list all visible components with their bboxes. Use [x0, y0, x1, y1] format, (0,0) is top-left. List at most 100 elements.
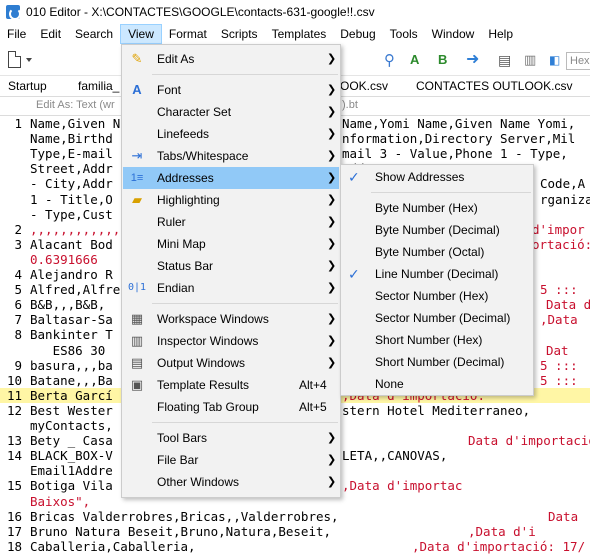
- addresses-item-byte-octal[interactable]: Byte Number (Octal): [342, 241, 532, 263]
- line-text-right: stern Hotel Mediterraneo,: [342, 402, 531, 418]
- menu-view[interactable]: View: [120, 24, 162, 44]
- menu-window[interactable]: Window: [425, 24, 482, 44]
- new-file-dropdown-icon[interactable]: [26, 58, 32, 62]
- endian-icon: 0|1: [128, 282, 147, 293]
- line-number: 6: [14, 297, 22, 313]
- checkmark-icon: ✓: [348, 266, 360, 282]
- view-menu-item-mini-map[interactable]: Mini Map ❯: [123, 233, 339, 255]
- addresses-item-line-decimal[interactable]: ✓ Line Number (Decimal): [342, 263, 532, 285]
- menu-file[interactable]: File: [0, 24, 33, 44]
- chevron-right-icon: ❯: [327, 194, 337, 206]
- addresses-item-none[interactable]: None: [342, 373, 532, 395]
- tab-familia[interactable]: familia_: [78, 76, 119, 96]
- addresses-submenu: ✓ Show Addresses Byte Number (Hex) Byte …: [340, 164, 534, 396]
- chevron-right-icon: ❯: [327, 476, 337, 488]
- chevron-right-icon: ❯: [327, 282, 337, 294]
- menu-templates[interactable]: Templates: [265, 24, 334, 44]
- line-number: 12: [6, 402, 22, 418]
- view-menu-item-other-windows[interactable]: Other Windows ❯: [123, 471, 339, 493]
- addresses-item-byte-decimal[interactable]: Byte Number (Decimal): [342, 219, 532, 241]
- view-menu-item-endian[interactable]: 0|1 Endian ❯: [123, 277, 339, 299]
- menu-scripts[interactable]: Scripts: [214, 24, 265, 44]
- menu-separator: [152, 303, 338, 304]
- addresses-item-byte-hex[interactable]: Byte Number (Hex): [342, 197, 532, 219]
- line-text: Bety _ Casa: [30, 433, 113, 449]
- window-title: 010 Editor - X:\CONTACTES\GOOGLE\contact…: [26, 5, 375, 19]
- view-menu-item-font[interactable]: A Font ❯: [123, 79, 339, 101]
- bookmark-next-icon[interactable]: ▥: [524, 51, 542, 69]
- addresses-item-short-decimal[interactable]: Short Number (Decimal): [342, 351, 532, 373]
- view-menu-item-file-bar[interactable]: File Bar ❯: [123, 449, 339, 471]
- chevron-right-icon: ❯: [327, 128, 337, 140]
- title-bar: 010 Editor - X:\CONTACTES\GOOGLE\contact…: [0, 0, 590, 24]
- addresses-item-short-hex[interactable]: Short Number (Hex): [342, 329, 532, 351]
- menu-edit[interactable]: Edit: [33, 24, 68, 44]
- addresses-item-sector-hex[interactable]: Sector Number (Hex): [342, 285, 532, 307]
- view-menu-item-workspace-windows[interactable]: ▦ Workspace Windows ❯: [123, 308, 339, 330]
- bookmark-list-icon[interactable]: ◧: [549, 51, 567, 69]
- line-text: Bricas Valderrobres,Bricas,,Valderrobres…: [30, 508, 339, 524]
- hex-search-input[interactable]: Hex: [566, 52, 590, 70]
- tab-startup[interactable]: Startup: [8, 76, 47, 96]
- view-menu-item-edit-as[interactable]: ✎ Edit As ❯: [123, 48, 339, 70]
- find-in-files-icon[interactable]: B: [438, 51, 456, 69]
- tab-outlook-csv[interactable]: OOK.csv: [340, 76, 388, 96]
- view-menu-item-status-bar[interactable]: Status Bar ❯: [123, 255, 339, 277]
- editor-line[interactable]: 17 Bruno Natura Beseit,Bruno,Natura,Besei…: [0, 524, 590, 539]
- view-menu-item-ruler[interactable]: Ruler ❯: [123, 211, 339, 233]
- whitespace-icon: ⇥: [131, 148, 143, 163]
- chevron-right-icon: ❯: [327, 84, 337, 96]
- bookmark-icon[interactable]: ▤: [498, 51, 516, 69]
- menu-tools[interactable]: Tools: [383, 24, 425, 44]
- addresses-item-show-addresses[interactable]: ✓ Show Addresses: [342, 166, 532, 188]
- line-text: Street,Addr: [30, 161, 113, 177]
- edit-as-label[interactable]: Edit As: Text (wr: [36, 99, 115, 111]
- line-number: 10: [6, 372, 22, 388]
- line-text: Caballeria,Caballeria,: [30, 538, 196, 554]
- addresses-item-sector-decimal[interactable]: Sector Number (Decimal): [342, 307, 532, 329]
- goto-icon[interactable]: ➜: [466, 51, 484, 69]
- line-number: 11: [6, 387, 22, 403]
- view-menu-item-inspector-windows[interactable]: ▥ Inspector Windows ❯: [123, 330, 339, 352]
- output-icon: ▤: [130, 355, 144, 370]
- editor-line[interactable]: 18 Caballeria,Caballeria, ,Data d'importac…: [0, 539, 590, 554]
- line-number: 8: [14, 327, 22, 343]
- menu-debug[interactable]: Debug: [333, 24, 382, 44]
- view-menu-item-highlighting[interactable]: ▰ Highlighting ❯: [123, 189, 339, 211]
- template-results-icon: ▣: [130, 377, 144, 392]
- line-text: ES86 30: [30, 342, 106, 358]
- line-text: 0.6391666: [30, 251, 98, 267]
- view-menu-item-addresses[interactable]: 1≡ Addresses ❯: [123, 167, 339, 189]
- line-text: Baixos",: [30, 493, 91, 509]
- font-icon: A: [132, 82, 142, 97]
- menu-separator: [371, 192, 531, 193]
- view-menu-item-floating-tab-group[interactable]: Floating Tab Group Alt+5: [123, 396, 339, 418]
- line-text: Alejandro R: [30, 267, 113, 282]
- view-menu-item-tool-bars[interactable]: Tool Bars ❯: [123, 427, 339, 449]
- line-text: - City,Addr: [30, 176, 113, 192]
- view-menu-item-linefeeds[interactable]: Linefeeds ❯: [123, 123, 339, 145]
- editor-line[interactable]: 16 Bricas Valderrobres,Bricas,,Valderrobr…: [0, 509, 590, 524]
- tab-contactes-outlook[interactable]: CONTACTES OUTLOOK.csv: [416, 76, 572, 96]
- chevron-right-icon: ❯: [327, 172, 337, 184]
- line-text: Alacant Bod: [30, 236, 113, 252]
- view-menu-item-tabs-whitespace[interactable]: ⇥ Tabs/Whitespace ❯: [123, 145, 339, 167]
- menu-format[interactable]: Format: [162, 24, 214, 44]
- line-number: 18: [6, 538, 22, 554]
- line-text-right: 5 :::: [540, 372, 578, 388]
- replace-icon[interactable]: A: [410, 51, 428, 69]
- view-menu-item-template-results[interactable]: ▣ Template Results Alt+4: [123, 374, 339, 396]
- find-icon[interactable]: ⚲: [384, 51, 402, 69]
- chevron-right-icon: ❯: [327, 335, 337, 347]
- view-menu-item-output-windows[interactable]: ▤ Output Windows ❯: [123, 352, 339, 374]
- line-text-right: Dat: [546, 342, 569, 358]
- menu-search[interactable]: Search: [68, 24, 120, 44]
- line-number: 15: [6, 478, 22, 494]
- chevron-right-icon: ❯: [327, 216, 337, 228]
- menu-help[interactable]: Help: [481, 24, 520, 44]
- line-text: Baltasar-Sa: [30, 312, 113, 328]
- line-text: 1 - Title,O: [30, 191, 113, 207]
- line-text-right: Data d'importació: 17/: [468, 433, 590, 449]
- view-menu-item-character-set[interactable]: Character Set ❯: [123, 101, 339, 123]
- new-file-icon[interactable]: [8, 51, 21, 68]
